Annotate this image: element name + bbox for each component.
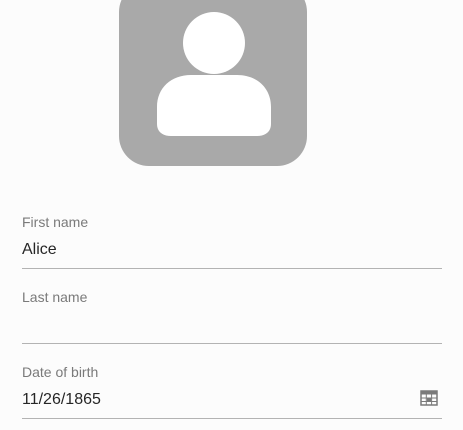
date-of-birth-field: Date of birth	[22, 358, 442, 419]
last-name-input[interactable]	[22, 314, 412, 336]
last-name-label: Last name	[22, 289, 88, 305]
calendar-icon[interactable]	[420, 389, 438, 407]
date-of-birth-input[interactable]	[22, 389, 412, 411]
profile-form: First name Last name Date of birth	[0, 0, 463, 430]
last-name-field: Last name	[22, 283, 442, 344]
first-name-input[interactable]	[22, 239, 412, 261]
user-silhouette-icon	[157, 12, 271, 136]
date-of-birth-label: Date of birth	[22, 364, 99, 380]
avatar[interactable]	[119, 0, 307, 166]
first-name-label: First name	[22, 214, 89, 230]
first-name-field: First name	[22, 208, 442, 269]
